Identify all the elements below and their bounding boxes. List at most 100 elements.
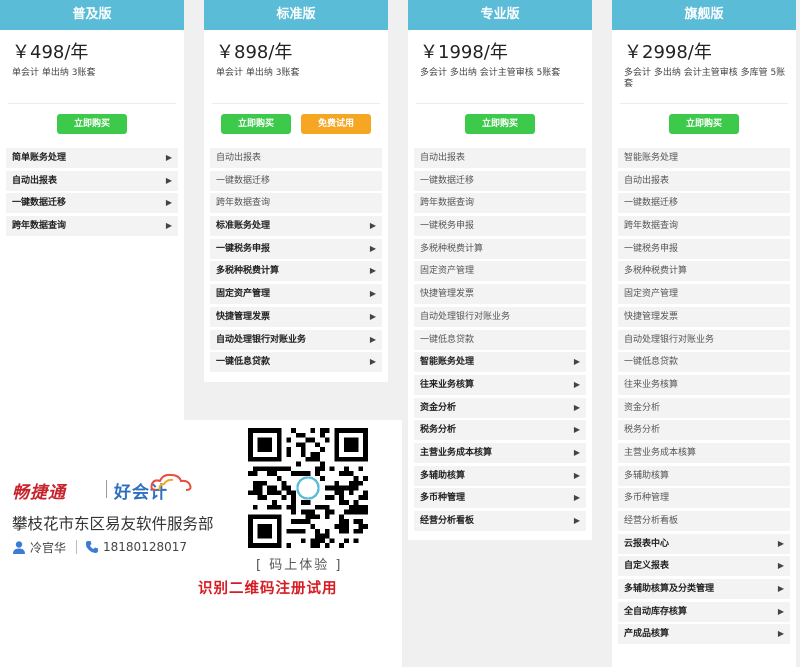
feature-label: 固定资产管理 (216, 289, 271, 300)
plan-column-basic: 普及版 ￥498/年 单会计 单出纳 3账套 立即购买 简单账务处理 ▶ 自动出报表… (0, 0, 184, 420)
feature-item[interactable]: 自定义报表 ▶ (618, 556, 790, 577)
chevron-right-icon: ▶ (777, 584, 784, 594)
feature-item[interactable]: 多币种管理 ▶ (414, 488, 586, 509)
chevron-right-icon: ▶ (573, 379, 580, 389)
feature-label: 智能账务处理 (420, 357, 475, 368)
feature-item: 一键数据迁移 (618, 193, 790, 214)
feature-item: 自动出报表 (414, 148, 586, 168)
feature-item[interactable]: 产成品核算 ▶ (618, 624, 790, 645)
button-row: 立即购买 (612, 104, 796, 144)
contact-phone[interactable]: 18180128017 (103, 540, 187, 554)
feature-item[interactable]: 简单账务处理 ▶ (6, 148, 178, 168)
chevron-right-icon: ▶ (573, 447, 580, 457)
feature-label: 一键数据迁移 (12, 198, 67, 209)
feature-item[interactable]: 快捷管理发票 ▶ (210, 306, 382, 327)
user-icon (13, 541, 25, 554)
feature-label: 一键数据迁移 (420, 175, 475, 186)
button-row: 立即购买 (0, 104, 184, 144)
price-box: ￥498/年 单会计 单出纳 3账套 (8, 30, 176, 104)
logo-text-chanjet: 畅捷通 (12, 483, 66, 503)
feature-item: 一键低息贷款 (414, 329, 586, 350)
feature-item[interactable]: 多税种税费计算 ▶ (210, 261, 382, 282)
qr-code-icon[interactable] (248, 428, 368, 548)
buy-now-button[interactable]: 立即购买 (57, 114, 127, 134)
feature-label: 自定义报表 (624, 561, 670, 572)
feature-item[interactable]: 往来业务核算 ▶ (414, 374, 586, 395)
feature-item[interactable]: 标准账务处理 ▶ (210, 216, 382, 237)
feature-label: 往来业务核算 (420, 379, 475, 390)
feature-item[interactable]: 资金分析 ▶ (414, 397, 586, 418)
button-row: 立即购买 (408, 104, 592, 144)
feature-item[interactable]: 一键低息贷款 ▶ (210, 352, 382, 373)
feature-label: 经营分析看板 (624, 516, 679, 526)
feature-item: 固定资产管理 (618, 284, 790, 305)
feature-label: 智能账务处理 (624, 153, 679, 163)
buy-now-button[interactable]: 立即购买 (465, 114, 535, 134)
promo-card: 畅捷通 好会计 攀枝花市东区易友软件服务部 冷官华 18180128017 [ … (0, 420, 402, 667)
feature-label: 主营业务成本核算 (624, 447, 697, 458)
feature-item[interactable]: 主营业务成本核算 ▶ (414, 442, 586, 463)
feature-item[interactable]: 自动出报表 ▶ (6, 170, 178, 191)
feature-label: 自动出报表 (216, 153, 262, 163)
price-box: ￥1998/年 多会计 多出纳 会计主管审核 5账套 (416, 30, 584, 104)
feature-item: 资金分析 (618, 397, 790, 418)
feature-item: 往来业务核算 (618, 374, 790, 395)
feature-label: 标准账务处理 (216, 221, 271, 232)
feature-label: 一键税务申报 (624, 243, 679, 254)
feature-item[interactable]: 多辅助核算 ▶ (414, 465, 586, 486)
feature-item[interactable]: 多辅助核算及分类管理 ▶ (618, 579, 790, 600)
feature-item: 经营分析看板 (618, 511, 790, 531)
phone-icon (85, 541, 99, 553)
feature-item[interactable]: 固定资产管理 ▶ (210, 284, 382, 305)
feature-label: 多税种税费计算 (420, 243, 484, 254)
feature-item: 自动处理银行对账业务 (618, 329, 790, 350)
feature-list: 自动出报表 一键数据迁移 跨年数据查询 标准账务处理 ▶ 一键税务申报 ▶ 多税种税费计算 ▶ 固… (204, 144, 388, 373)
plan-description: 单会计 单出纳 3账套 (12, 68, 96, 78)
feature-item[interactable]: 税务分析 ▶ (414, 420, 586, 441)
feature-item: 跨年数据查询 (210, 193, 382, 214)
feature-label: 跨年数据查询 (12, 221, 67, 232)
feature-item: 多税种税费计算 (414, 238, 586, 259)
plan-description: 多会计 多出纳 会计主管审核 多库管 5账套 (624, 68, 786, 89)
plan-column-flagship: 旗舰版 ￥2998/年 多会计 多出纳 会计主管审核 多库管 5账套 立即购买 … (612, 0, 796, 667)
feature-item[interactable]: 一键税务申报 ▶ (210, 238, 382, 259)
buy-now-button[interactable]: 立即购买 (669, 114, 739, 134)
feature-label: 经营分析看板 (420, 516, 475, 526)
plan-title: 旗舰版 (612, 0, 796, 30)
chevron-right-icon: ▶ (777, 629, 784, 639)
feature-item: 一键数据迁移 (210, 170, 382, 191)
feature-list: 自动出报表 一键数据迁移 跨年数据查询 一键税务申报 多税种税费计算 固定资产管理 快捷管理… (408, 144, 592, 531)
plan-column-professional: 专业版 ￥1998/年 多会计 多出纳 会计主管审核 5账套 立即购买 自动出报… (408, 0, 592, 540)
feature-item[interactable]: 跨年数据查询 ▶ (6, 216, 178, 237)
feature-label: 跨年数据查询 (624, 221, 679, 232)
contact-person: 冷官华 (30, 540, 67, 555)
plan-price: ￥2998/年 (624, 42, 712, 63)
feature-item[interactable]: 云报表中心 ▶ (618, 533, 790, 554)
feature-item[interactable]: 全自动库存核算 ▶ (618, 601, 790, 622)
chevron-right-icon: ▶ (777, 561, 784, 571)
feature-label: 自动出报表 (12, 175, 58, 186)
feature-item[interactable]: 经营分析看板 ▶ (414, 511, 586, 531)
feature-label: 资金分析 (624, 402, 661, 413)
feature-label: 固定资产管理 (420, 266, 475, 277)
chevron-right-icon: ▶ (369, 266, 376, 276)
chevron-right-icon: ▶ (573, 402, 580, 412)
feature-label: 多币种管理 (624, 493, 670, 504)
chevron-right-icon: ▶ (369, 221, 376, 231)
feature-label: 自动出报表 (624, 175, 670, 186)
chevron-right-icon: ▶ (573, 493, 580, 503)
feature-label: 多辅助核算及分类管理 (624, 584, 715, 595)
feature-item[interactable]: 自动处理银行对账业务 ▶ (210, 329, 382, 350)
feature-item: 自动出报表 (618, 170, 790, 191)
feature-list: 简单账务处理 ▶ 自动出报表 ▶ 一键数据迁移 ▶ 跨年数据查询 ▶ (0, 144, 184, 237)
feature-label: 自动处理银行对账业务 (216, 334, 307, 345)
feature-item[interactable]: 智能账务处理 ▶ (414, 352, 586, 373)
contact-row: 冷官华 18180128017 (12, 538, 187, 556)
feature-item[interactable]: 一键数据迁移 ▶ (6, 193, 178, 214)
buy-now-button[interactable]: 立即购买 (221, 114, 291, 134)
feature-item: 自动出报表 (210, 148, 382, 168)
chevron-right-icon: ▶ (777, 538, 784, 548)
free-trial-button[interactable]: 免费试用 (301, 114, 371, 134)
plan-title: 普及版 (0, 0, 184, 30)
feature-label: 云报表中心 (624, 538, 670, 549)
